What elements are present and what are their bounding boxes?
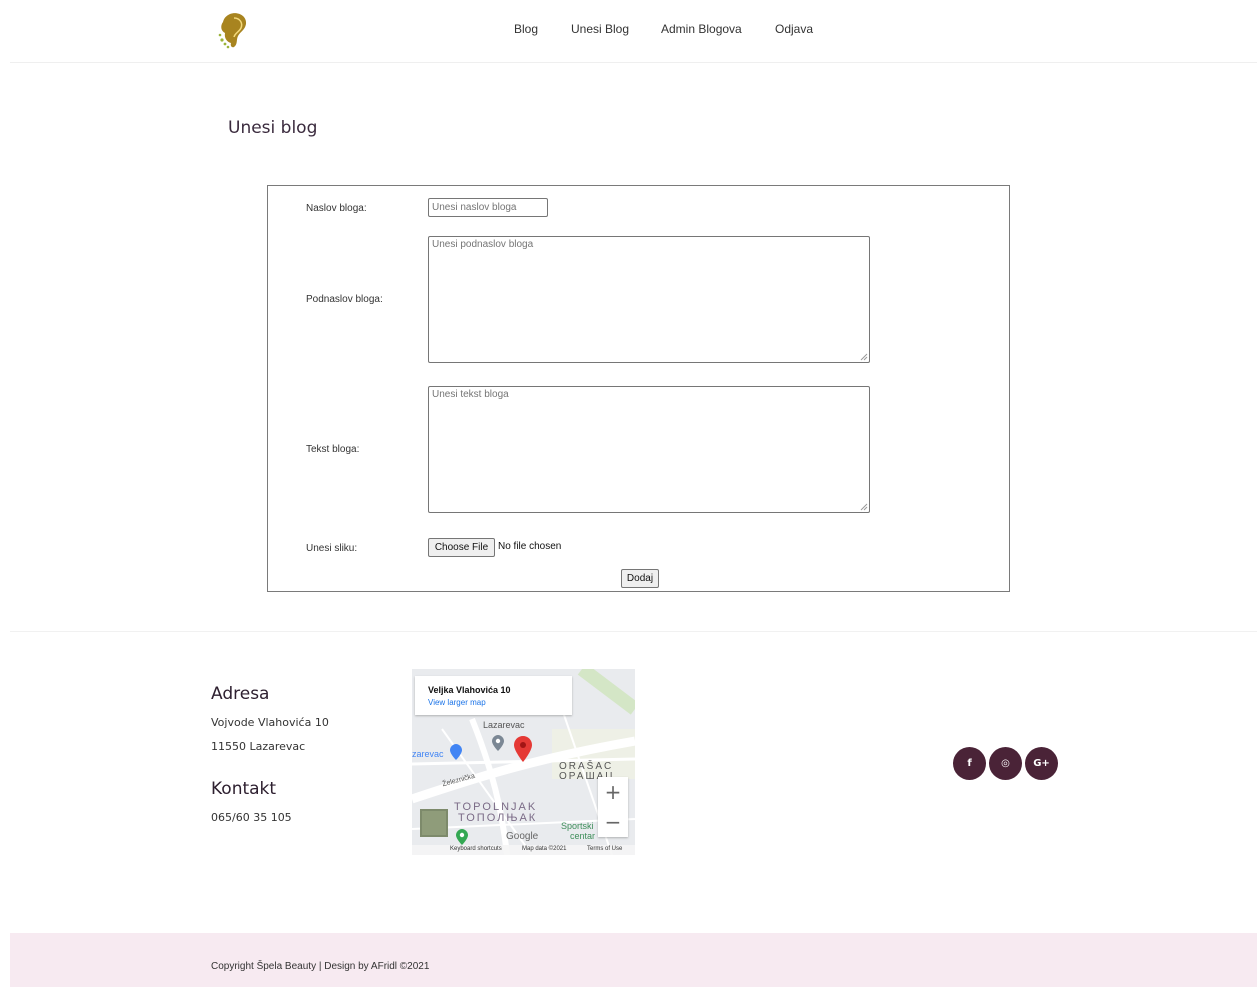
copyright-bar [10, 933, 1257, 987]
nav-odjava[interactable]: Odjava [775, 22, 813, 36]
zoom-in-button[interactable]: + [598, 777, 628, 807]
google-logo: Google [506, 831, 539, 842]
address-line-1: Vojvode Vlahovića 10 [211, 716, 329, 729]
image-label: Unesi sliku: [306, 543, 358, 554]
woman-profile-logo-icon[interactable] [216, 10, 250, 50]
zoom-out-button[interactable]: − [598, 807, 628, 837]
text-placeholder: Unesi tekst bloga [432, 389, 509, 400]
map-info-card: Veljka Vlahovića 10 View larger map [415, 676, 572, 715]
text-textarea[interactable]: Unesi tekst bloga [428, 386, 870, 513]
section-divider [10, 631, 1257, 632]
nav-blog[interactable]: Blog [514, 22, 538, 36]
text-label: Tekst bloga: [306, 444, 360, 455]
google-plus-icon[interactable]: G+ [1025, 747, 1058, 780]
nav-unesi-blog[interactable]: Unesi Blog [571, 22, 629, 36]
map-label-zarevac: zarevac [412, 749, 444, 759]
page-title: Unesi blog [228, 118, 318, 138]
subtitle-label: Podnaslov bloga: [306, 294, 383, 305]
phone-number: 065/60 35 105 [211, 811, 292, 824]
copyright-text: Copyright Špela Beauty | Design by AFrid… [211, 961, 430, 972]
view-larger-map-link[interactable]: View larger map [428, 698, 486, 707]
file-status: No file chosen [498, 541, 562, 552]
address-line-2: 11550 Lazarevac [211, 740, 306, 753]
resize-grip-icon[interactable] [860, 503, 868, 511]
choose-file-button[interactable]: Choose File [428, 538, 495, 557]
keyboard-shortcuts-link[interactable]: Keyboard shortcuts [450, 846, 502, 852]
map-data-text: Map data ©2021 [522, 846, 567, 852]
terms-of-use-link[interactable]: Terms of Use [587, 846, 622, 852]
title-label: Naslov bloga: [306, 203, 367, 214]
location-pin-icon[interactable] [514, 736, 532, 762]
map-label-centar: centar [570, 831, 596, 841]
subtitle-textarea[interactable]: Unesi podnaslov bloga [428, 236, 870, 363]
address-heading: Adresa [211, 684, 270, 704]
google-map[interactable]: Lazarevac zarevac ORAŠAC ОРАШАЦ TOPOLNJA… [412, 669, 635, 855]
map-label-topolnjak-cyr: ТОПОЛЊАК [458, 812, 538, 824]
nav-admin-blogova[interactable]: Admin Blogova [661, 22, 742, 36]
subtitle-placeholder: Unesi podnaslov bloga [432, 239, 534, 250]
instagram-icon[interactable]: ◎ [989, 747, 1022, 780]
facebook-icon[interactable]: f [953, 747, 986, 780]
poi-pin-icon [492, 735, 504, 751]
map-label-sportski: Sportski [561, 821, 594, 831]
map-label-lazarevac: Lazarevac [483, 720, 525, 730]
poi-blue-pin-icon [450, 744, 462, 760]
title-input[interactable] [428, 198, 548, 217]
map-place-name: Veljka Vlahovića 10 [428, 685, 511, 695]
map-zoom-controls: + − [598, 777, 628, 837]
contact-heading: Kontakt [211, 779, 277, 799]
poi-green-pin-icon [456, 829, 468, 845]
header-divider [10, 62, 1257, 63]
resize-grip-icon[interactable] [860, 353, 868, 361]
submit-button[interactable]: Dodaj [621, 569, 659, 588]
